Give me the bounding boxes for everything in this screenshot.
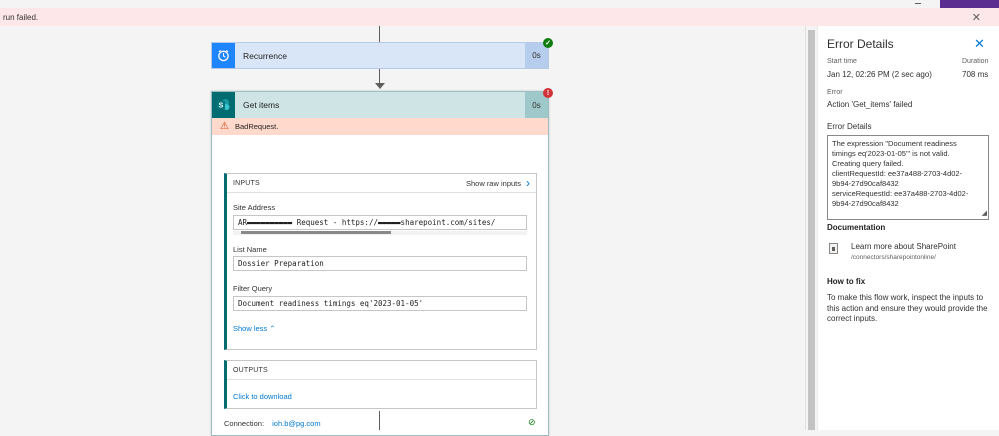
error-label: BadRequest. xyxy=(234,122,279,131)
inputs-heading: INPUTS xyxy=(233,179,260,187)
close-panel-icon[interactable]: ✕ xyxy=(974,36,985,52)
error-line: 9b94-27d90caf8432 xyxy=(832,179,899,188)
connector-line xyxy=(379,69,380,83)
error-label: Error xyxy=(827,89,843,96)
sharepoint-icon: S xyxy=(212,92,235,118)
duration-label: Duration xyxy=(962,58,989,65)
flow-canvas: Recurrence 0s ✓ S Get items 0s ⚠ BadRequ… xyxy=(0,26,805,436)
canvas-scrollbar[interactable] xyxy=(805,26,817,430)
start-time-value: Jan 12, 02:26 PM (2 sec ago) xyxy=(827,70,932,79)
start-time-label: Start time xyxy=(827,58,857,65)
chevron-icon xyxy=(915,1,921,4)
inputs-section: INPUTS Show raw inputs › Site Address AR… xyxy=(224,173,537,350)
action-get-items[interactable]: S Get items 0s ⚠ BadRequest. INPUTS Show… xyxy=(211,91,549,436)
error-line: 9b94-27d90caf8432 xyxy=(832,199,899,208)
show-raw-inputs-button[interactable]: Show raw inputs › xyxy=(465,176,530,190)
action-recurrence[interactable]: Recurrence 0s xyxy=(211,42,549,69)
site-address-field[interactable]: AR▬▬▬▬▬▬▬▬▬▬ Request - https://▬▬▬▬▬shar… xyxy=(233,215,527,230)
error-line: clientRequestId: ee37a488-2703-4d02- xyxy=(832,169,963,178)
outputs-section: OUTPUTS Click to download xyxy=(224,360,537,409)
error-line: Creating query failed. xyxy=(832,159,904,168)
show-less-label: Show less xyxy=(233,324,268,333)
close-icon[interactable]: ✕ xyxy=(972,11,981,24)
inputs-header: INPUTS Show raw inputs › xyxy=(227,174,536,193)
outputs-heading: OUTPUTS xyxy=(233,366,268,374)
list-name-field[interactable]: Dossier Preparation xyxy=(233,256,527,271)
doc-link[interactable]: Learn more about SharePoint xyxy=(851,242,956,251)
error-message-bar: ⚠ BadRequest. xyxy=(212,118,548,135)
filter-query-label: Filter Query xyxy=(233,284,273,293)
click-to-download-link[interactable]: Click to download xyxy=(233,392,292,401)
list-name-label: List Name xyxy=(233,245,267,254)
connection-info: Connection: ioh.b@pg.com xyxy=(224,419,321,428)
error-details-panel: Error Details ✕ Start time Jan 12, 02:26… xyxy=(817,26,999,430)
error-banner: run failed. ✕ xyxy=(0,8,999,26)
chevron-up-icon: ⌃ xyxy=(269,324,276,333)
action-title: Get items xyxy=(243,100,280,110)
top-strip xyxy=(0,0,999,8)
show-less-link[interactable]: Show less ⌃ xyxy=(233,324,276,333)
how-to-fix-text: To make this flow work, inspect the inpu… xyxy=(827,293,988,323)
duration-value: 708 ms xyxy=(962,70,989,79)
action-header[interactable]: S Get items 0s xyxy=(212,92,548,118)
arrow-down-icon xyxy=(375,83,385,89)
documentation-heading: Documentation xyxy=(827,223,886,232)
doc-path: /connectors/sharepointonline/ xyxy=(851,254,936,261)
error-line: serviceRequestId: ee37a488-2703-4d02- xyxy=(832,189,969,198)
error-line: timings eq'2023-01-05'" is not valid. xyxy=(832,149,950,158)
action-title: Recurrence xyxy=(243,50,287,61)
document-icon xyxy=(829,243,838,254)
canvas-scrollbar-thumb[interactable] xyxy=(808,30,815,430)
error-value: Action 'Get_items' failed xyxy=(827,100,913,109)
brand-strip xyxy=(940,0,999,8)
error-line: The expression "Document readiness xyxy=(832,139,957,148)
success-status-icon: ✓ xyxy=(543,38,553,48)
outputs-header: OUTPUTS xyxy=(227,361,536,380)
how-to-fix-heading: How to fix xyxy=(827,277,866,286)
horizontal-scrollbar[interactable] xyxy=(233,231,527,235)
show-raw-inputs-label: Show raw inputs xyxy=(465,178,521,188)
panel-title: Error Details xyxy=(827,37,894,51)
alarm-clock-icon xyxy=(212,43,235,68)
scrollbar-thumb[interactable] xyxy=(241,231,391,234)
connection-account-link[interactable]: ioh.b@pg.com xyxy=(272,419,320,428)
error-banner-message: run failed. xyxy=(3,12,39,22)
sharepoint-letter: S xyxy=(219,103,224,110)
resize-handle-icon[interactable]: ◢ xyxy=(982,209,987,219)
connector-line xyxy=(379,411,380,430)
connector-line xyxy=(379,26,380,42)
warning-icon: ⚠ xyxy=(220,121,229,132)
chevron-right-icon: › xyxy=(526,176,530,190)
site-address-label: Site Address xyxy=(233,203,276,212)
error-details-heading: Error Details xyxy=(827,122,872,131)
failure-status-icon: ! xyxy=(543,88,553,98)
filter-query-field[interactable]: Document readiness timings eq'2023-01-05… xyxy=(233,296,527,311)
connection-ok-icon: ⊘ xyxy=(528,417,536,427)
connection-label: Connection: xyxy=(224,419,265,428)
error-details-textbox[interactable]: The expression "Document readiness timin… xyxy=(827,135,989,220)
